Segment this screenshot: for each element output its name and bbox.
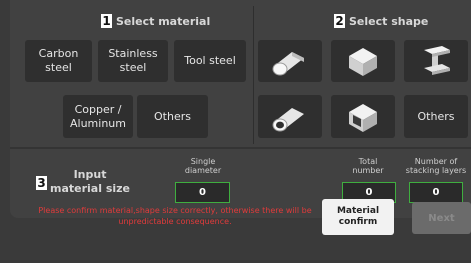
single-diameter-label: Single diameter: [184, 157, 222, 175]
shape-square-tube-button[interactable]: [331, 95, 395, 138]
stacking-layers-input[interactable]: 0: [409, 182, 463, 203]
material-tool-steel-button[interactable]: Tool steel: [174, 40, 246, 82]
next-button[interactable]: Next: [412, 202, 471, 234]
shape-round-bar-button[interactable]: [258, 40, 322, 82]
material-confirm-button[interactable]: Material confirm: [322, 199, 394, 235]
single-diameter-input[interactable]: 0: [175, 182, 230, 203]
shape-others-button[interactable]: Others: [404, 95, 468, 138]
stacking-layers-label: Number of stacking layers: [405, 157, 467, 175]
shape-square-bar-button[interactable]: [331, 40, 395, 82]
size-title-line1: Input: [73, 168, 107, 181]
material-section-title: 1 Select material: [101, 14, 210, 28]
shape-section-label: Select shape: [349, 14, 429, 28]
shape-i-beam-button[interactable]: [404, 40, 468, 82]
i-beam-icon: [424, 46, 450, 75]
square-bar-icon: [349, 48, 377, 76]
round-tube-icon: [272, 107, 304, 131]
material-section-label: Select material: [116, 14, 211, 28]
shape-round-tube-button[interactable]: [258, 95, 322, 138]
step-number-1: 1: [101, 14, 112, 28]
step-number-3: 3: [36, 176, 47, 190]
warning-text: Please confirm material,shape size corre…: [38, 206, 312, 226]
total-number-label: Total number: [352, 157, 384, 175]
size-section-title: Input material size: [50, 168, 130, 196]
step-number-2: 2: [334, 14, 345, 28]
material-copper-aluminum-button[interactable]: Copper / Aluminum: [63, 95, 133, 138]
material-stainless-steel-button[interactable]: Stainless steel: [98, 40, 168, 82]
square-tube-icon: [349, 103, 377, 132]
material-others-button[interactable]: Others: [137, 95, 208, 138]
material-carbon-steel-button[interactable]: Carbon steel: [25, 40, 92, 82]
section-divider: [253, 6, 254, 144]
round-bar-icon: [272, 52, 304, 76]
row-divider: [10, 147, 471, 149]
size-title-line2: material size: [50, 182, 131, 195]
size-section-number: 3: [36, 176, 47, 190]
shape-section-title: 2 Select shape: [334, 14, 428, 28]
